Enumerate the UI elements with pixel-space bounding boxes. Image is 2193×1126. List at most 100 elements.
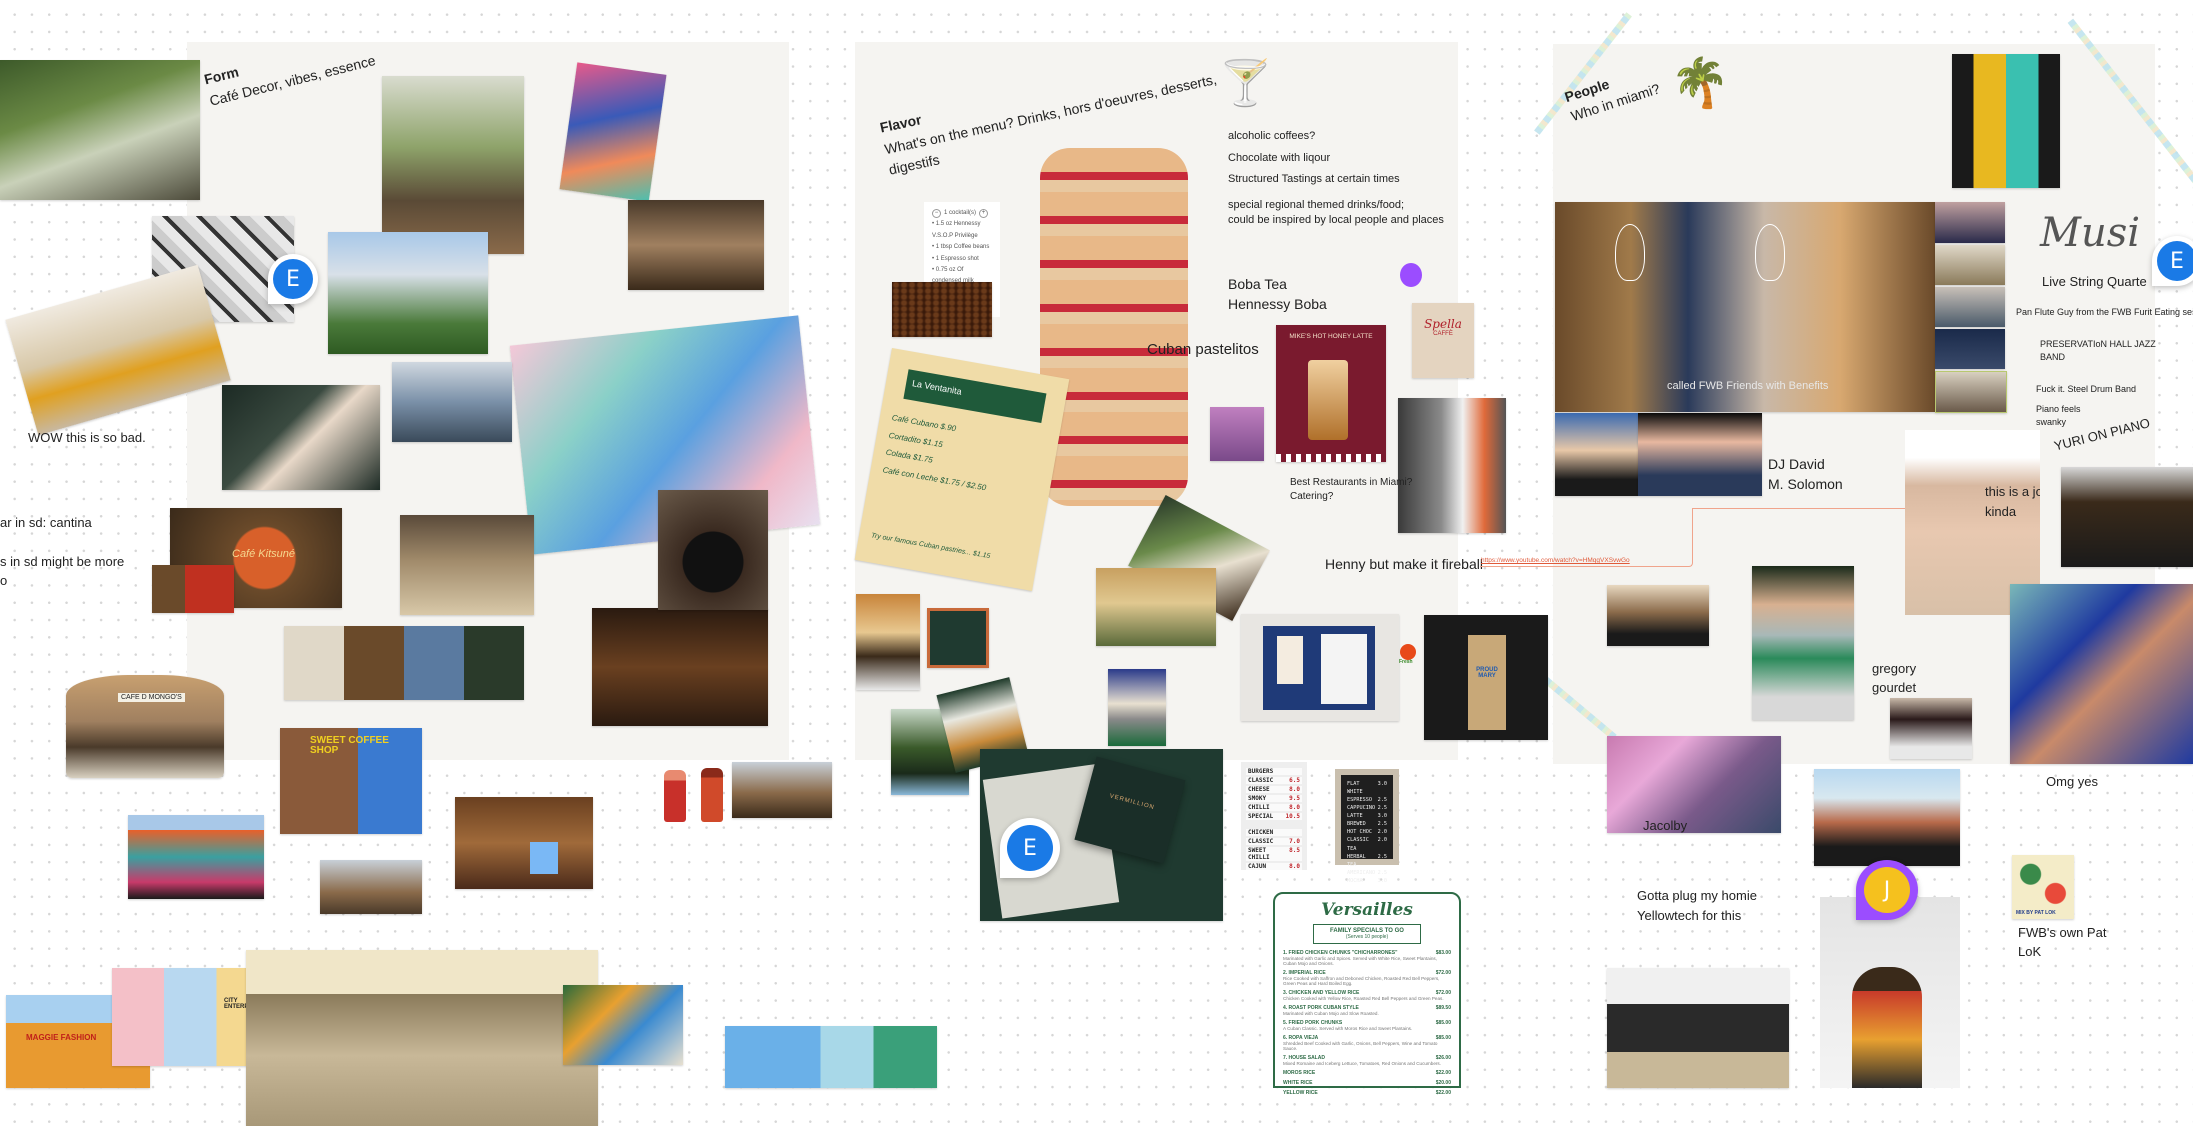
chalkboard-row: CAPPUCINO 2.5 — [1347, 805, 1387, 812]
garden-cafe-photo[interactable] — [0, 60, 200, 200]
chalkboard-list: FLAT WHITE 3.0 ESPRESSO 2.5 CAPPUCINO 2.5 LATT… — [1341, 775, 1393, 884]
note-dj-david: DJ David M. Solomon — [1768, 455, 1843, 494]
purple-dot-marker[interactable] — [1400, 263, 1422, 287]
waiter-figure — [1852, 967, 1922, 1088]
la-ventanita-items: Café Cubano $.90 Cortadito $1.15 Colada … — [882, 413, 987, 493]
palm-tree-icon: 🌴 — [1670, 57, 1730, 110]
art-deco-building-photo[interactable] — [725, 1026, 937, 1088]
will-i-am-photo[interactable] — [1607, 585, 1709, 646]
video-call-tile[interactable] — [1935, 287, 2005, 327]
canapes-photo[interactable] — [1108, 669, 1166, 746]
collaborator-cursor-j[interactable]: J — [1856, 860, 1918, 920]
note-preservation-line1: PRESERVATIoN HALL JAZZ — [2040, 339, 2156, 349]
video-call-tile[interactable] — [1935, 371, 2007, 413]
decrement-icon[interactable]: − — [932, 209, 941, 219]
note-hennessy-boba: Hennessy Boba — [1228, 295, 1327, 312]
fwb-video-frame[interactable]: called FWB Friends with Benefits — [1555, 202, 1935, 412]
note-joke-line1: this is a joke — [1985, 484, 2040, 499]
note-dj-line2: M. Solomon — [1768, 475, 1843, 492]
tattoo-hands-photo[interactable] — [222, 385, 380, 490]
coffee-chalkboard[interactable]: FLAT WHITE 3.0 ESPRESSO 2.5 CAPPUCINO 2.5 LATT… — [1335, 769, 1399, 884]
link-connector — [1480, 508, 1693, 567]
sweet-coffee-shop-photo[interactable]: SWEET COFFEE SHOP — [280, 728, 422, 834]
video-call-tile[interactable] — [1935, 329, 2005, 369]
note-jacolby-line1: Jacolby — [1643, 818, 1688, 833]
elon-photo[interactable] — [1555, 413, 1638, 496]
increment-icon[interactable]: + — [979, 209, 989, 219]
la-ventanita-menu[interactable]: La Ventanita Café Cubano $.90 Cortadito … — [854, 348, 1070, 591]
gregory-gourdet-photo[interactable] — [1890, 698, 1972, 759]
performer-photo[interactable] — [1952, 54, 2060, 188]
video-call-tile[interactable] — [1935, 202, 2005, 243]
pat-lok-title: MIX BY PAT LOK — [2016, 910, 2056, 916]
recipe-stepper[interactable]: − 1 cocktail(s) + — [932, 208, 992, 219]
chalkboard-row: BREWED 2.5 — [1347, 821, 1387, 828]
collaborator-cursor-e[interactable]: E — [268, 254, 318, 304]
letterboard-row: CHEESE 8.0 — [1246, 786, 1302, 793]
rooftop-cafe-photo[interactable] — [328, 232, 488, 354]
european-photo-strip[interactable] — [284, 626, 524, 700]
churros-photo[interactable] — [856, 594, 920, 690]
pastelitos-stack-photo[interactable] — [1040, 148, 1188, 506]
chalkboard-row: HOT CHOC 2.0 — [1347, 829, 1387, 836]
versailles-menu-item: WHITE RICE $20.00 — [1283, 1080, 1451, 1086]
latte-art-photo[interactable] — [152, 565, 234, 613]
library-bar-photo[interactable] — [455, 797, 593, 889]
pinata-photo[interactable] — [1210, 407, 1264, 461]
beer-garden-photo[interactable] — [246, 950, 598, 1126]
note-preservation-line2: BAND — [2040, 352, 2066, 363]
tomato-sticker-icon — [1400, 644, 1416, 660]
doodle-rabbit-icon — [1755, 224, 1785, 281]
music-handwriting: Musi — [2040, 210, 2141, 256]
hot-honey-latte-poster[interactable]: MIKE'S HOT HONEY LATTE — [1276, 325, 1386, 462]
bar-interior-photo[interactable] — [592, 608, 768, 726]
hennessy-poster[interactable] — [559, 62, 667, 202]
note-gregory-line1: gregory — [1872, 661, 1917, 676]
versailles-heading: FAMILY SPECIALS TO GO (Serves 10 people) — [1313, 924, 1421, 944]
note-pat-lok-line2: LoK — [2018, 943, 2042, 959]
versailles-logo: Versailles — [1321, 900, 1413, 920]
collaborator-cursor-e[interactable]: E — [1000, 818, 1060, 878]
versailles-menu-item: 7. HOUSE SALAD $26.00 Mixed Romaine and Ic… — [1283, 1055, 1451, 1066]
coffee-beans-photo[interactable] — [892, 282, 992, 337]
note-sd-more-cont: o — [0, 573, 8, 588]
martini-icon: 🍸 — [1218, 59, 1273, 108]
zine-man-photo[interactable] — [1752, 566, 1854, 720]
greenhouse-cafe-photo[interactable] — [382, 76, 524, 254]
bad-bunny-photo[interactable] — [2010, 584, 2193, 764]
cafe-domingo-sign: CAFE D MONGO'S — [118, 693, 185, 702]
loading-image-placeholder[interactable] — [1820, 897, 1960, 1088]
proud-mary-title: PROUD MARY — [1476, 667, 1498, 679]
eyes-mural-photo[interactable] — [128, 815, 264, 899]
group-photo[interactable] — [1607, 968, 1789, 1088]
food-spread-photo[interactable] — [1096, 568, 1216, 646]
collaborator-cursor-e[interactable]: E — [2152, 236, 2193, 286]
versailles-menu[interactable]: Versailles FAMILY SPECIALS TO GO (Serves… — [1273, 892, 1461, 1096]
solomon-photo[interactable] — [1638, 413, 1762, 496]
arcade-bar-photo[interactable] — [320, 860, 422, 914]
bar-skylight-photo[interactable] — [732, 762, 832, 818]
cafe-interior-photo[interactable] — [392, 362, 512, 442]
pat-lok-artwork[interactable]: MIX BY PAT LOK — [2012, 855, 2074, 919]
spella-caffe-bag[interactable]: Spella CAFFÈ — [1412, 303, 1474, 378]
sticky-note[interactable] — [530, 842, 558, 874]
versailles-menu-item: 6. ROPA VIEJA $85.00 Shredded Beef Cooked … — [1283, 1035, 1451, 1051]
video-call-tile[interactable] — [1935, 245, 2005, 285]
sandwich-chalkboard-photo[interactable] — [927, 608, 989, 668]
dinner-invitation-photo[interactable] — [1241, 614, 1399, 721]
proud-mary-photo[interactable]: PROUD MARY — [1424, 615, 1548, 740]
chalkboard-row: MOCHA 3.0 — [1347, 877, 1387, 884]
note-preservation: PRESERVATIoN HALL JAZZ BAND — [2040, 338, 2156, 364]
cafe-domingo-photo[interactable]: CAFE D MONGO'S — [66, 675, 224, 778]
burger-letterboard[interactable]: BURGERS CLASSIC 6.5 CHEESE 8.0 SMOKY 9.5 CHILLI… — [1241, 762, 1307, 870]
vinyl-photo[interactable] — [658, 490, 768, 610]
wine-shop-photo[interactable] — [400, 515, 534, 615]
bar-counter-photo[interactable] — [628, 200, 764, 290]
dj-woman-photo[interactable] — [2061, 467, 2193, 567]
video-caption: called FWB Friends with Benefits — [1667, 380, 1829, 392]
sweet-coffee-sign: SWEET COFFEE SHOP — [310, 735, 389, 756]
note-pan-flute: Pan Flute Guy from the FWB Furit Eating … — [2016, 307, 2193, 317]
mural-wall-photo[interactable] — [563, 985, 683, 1065]
jacolby-artwork[interactable]: Jacolby Satterwhite — [1607, 736, 1781, 833]
desert-man-photo[interactable] — [1814, 769, 1960, 866]
